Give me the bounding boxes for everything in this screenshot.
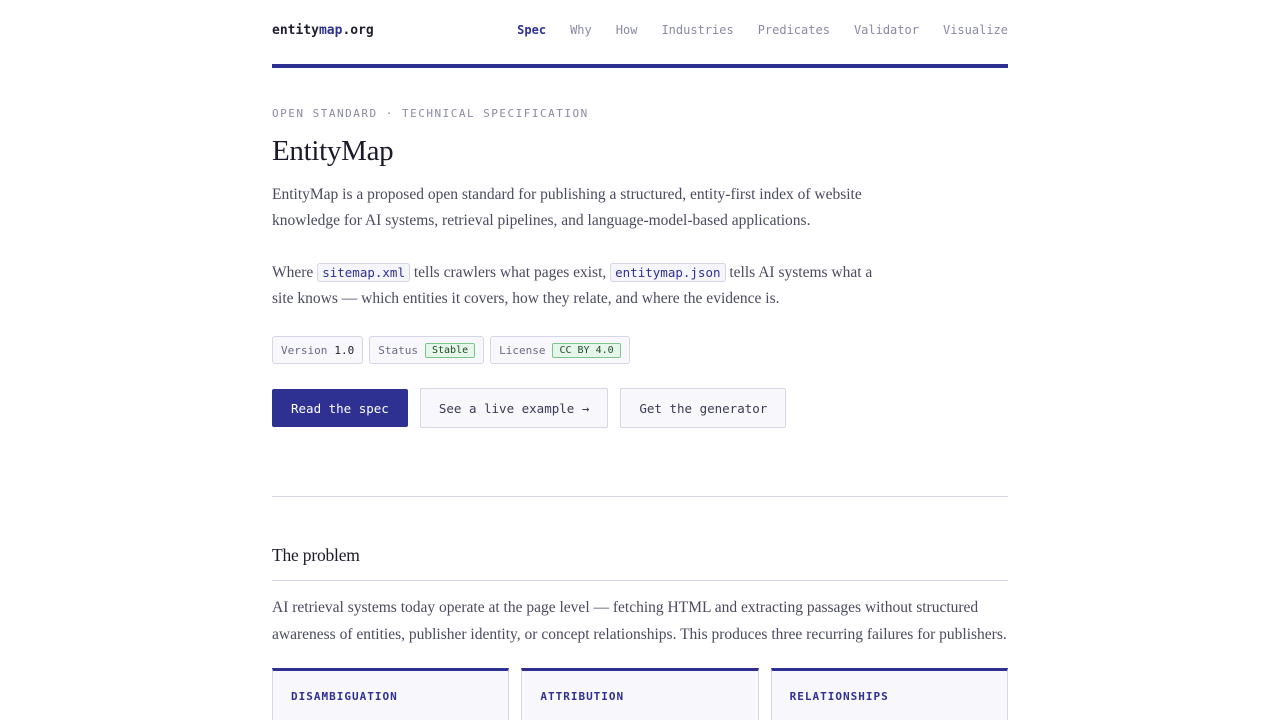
nav-predicates[interactable]: Predicates — [758, 23, 830, 37]
version-label: Version — [281, 343, 328, 357]
card-disambiguation: DISAMBIGUATION — [272, 668, 510, 720]
eyebrow-label: OPEN STANDARD · TECHNICAL SPECIFICATION — [272, 107, 589, 120]
status-label: Status — [378, 343, 418, 357]
hero-lead: EntityMap is a proposed open standard fo… — [272, 186, 862, 229]
nav-why[interactable]: Why — [570, 23, 592, 37]
problem-heading: The problem — [272, 545, 360, 565]
site-header: entitymap.org Spec Why How Industries Pr… — [272, 0, 1008, 64]
header-accent-rule — [272, 64, 1008, 68]
problem-body: AI retrieval systems today operate at th… — [272, 599, 1007, 643]
status-value: Stable — [424, 342, 476, 358]
card-title: RELATIONSHIPS — [789, 690, 889, 703]
entitymap-code: entitymap.json — [610, 263, 726, 282]
status-badge: Status Stable — [369, 336, 485, 364]
logo-text-org: .org — [342, 23, 374, 38]
logo-text-entity: entity — [272, 23, 319, 38]
section-divider — [272, 496, 1008, 497]
page-title: EntityMap — [272, 135, 394, 167]
license-value: CC BY 4.0 — [552, 342, 621, 358]
card-title: ATTRIBUTION — [540, 690, 625, 703]
live-example-button[interactable]: See a live example → — [419, 388, 609, 428]
compare-mid: tells crawlers what pages exist, — [413, 264, 607, 281]
license-badge: License CC BY 4.0 — [490, 336, 630, 364]
main-nav: Spec Why How Industries Predicates Valid… — [517, 23, 1008, 37]
site-logo[interactable]: entitymap.org — [272, 23, 374, 38]
nav-spec[interactable]: Spec — [517, 23, 546, 37]
logo-text-map: map — [318, 23, 343, 38]
nav-visualize[interactable]: Visualize — [943, 23, 1008, 37]
nav-validator[interactable]: Validator — [854, 23, 919, 37]
card-relationships: RELATIONSHIPS — [770, 668, 1008, 720]
get-generator-button[interactable]: Get the generator — [620, 388, 787, 428]
sitemap-code: sitemap.xml — [317, 263, 410, 282]
heading-divider — [272, 580, 1008, 581]
problem-section: The problem AI retrieval systems today o… — [272, 545, 1008, 720]
version-value: 1.0 — [334, 343, 355, 357]
hero: OPEN STANDARD · TECHNICAL SPECIFICATION … — [272, 107, 1008, 428]
card-attribution: ATTRIBUTION — [521, 668, 759, 720]
version-badge: Version 1.0 — [272, 336, 364, 364]
page: entitymap.org Spec Why How Industries Pr… — [272, 0, 1008, 720]
nav-industries[interactable]: Industries — [661, 23, 733, 37]
meta-badges: Version 1.0 Status Stable License CC BY … — [272, 336, 1008, 364]
hero-comparison: Where sitemap.xml tells crawlers what pa… — [272, 260, 892, 312]
read-spec-button[interactable]: Read the spec — [272, 389, 408, 427]
compare-where: Where — [272, 264, 314, 281]
card-title: DISAMBIGUATION — [291, 690, 398, 703]
nav-how[interactable]: How — [616, 23, 638, 37]
failure-cards: DISAMBIGUATION ATTRIBUTION RELATIONSHIPS — [272, 668, 1008, 720]
cta-group: Read the spec See a live example → Get t… — [272, 388, 1008, 428]
license-label: License — [499, 343, 546, 357]
